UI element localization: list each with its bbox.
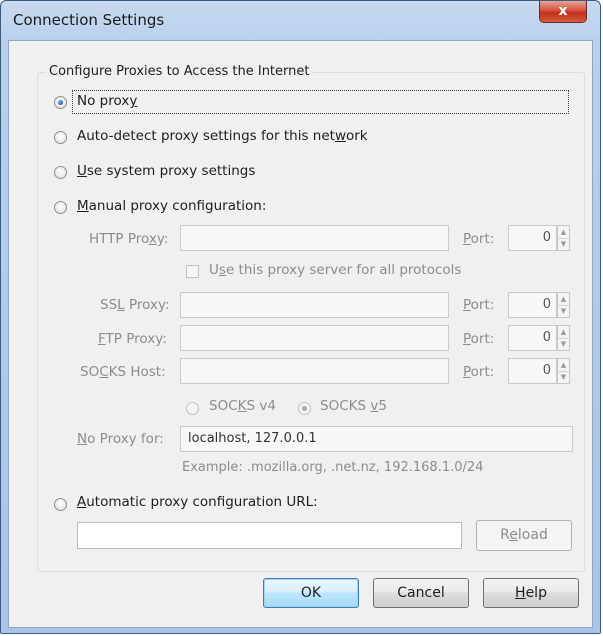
- example-hint: Example: .mozilla.org, .net.nz, 192.168.…: [182, 460, 484, 475]
- http-port-input[interactable]: 0: [508, 225, 557, 251]
- ftp-port-label: Port:: [463, 331, 495, 347]
- ftp-port-input[interactable]: 0: [508, 325, 557, 351]
- cancel-button[interactable]: Cancel: [373, 578, 469, 608]
- http-port-spinner[interactable]: ▲ ▼: [557, 225, 570, 251]
- radio-system-proxy-label[interactable]: Use system proxy settings: [77, 163, 255, 179]
- groupbox-title: Configure Proxies to Access the Internet: [46, 64, 313, 79]
- radio-socks-v5[interactable]: [298, 402, 311, 415]
- ftp-proxy-input[interactable]: [180, 325, 449, 351]
- http-proxy-label: HTTP Proxy:: [89, 231, 169, 247]
- close-button[interactable]: x: [539, 1, 587, 23]
- radio-auto-detect-label[interactable]: Auto-detect proxy settings for this netw…: [77, 128, 368, 144]
- radio-no-proxy-label[interactable]: No proxy: [77, 93, 137, 109]
- no-proxy-for-input[interactable]: localhost, 127.0.0.1: [180, 426, 573, 452]
- radio-socks-v4[interactable]: [186, 402, 199, 415]
- ssl-port-input[interactable]: 0: [508, 292, 557, 318]
- radio-manual-proxy[interactable]: [54, 201, 67, 214]
- help-button[interactable]: Help: [483, 578, 579, 608]
- focus-rectangle: [72, 90, 569, 114]
- spin-down-icon[interactable]: ▼: [558, 305, 569, 317]
- socks-host-label: SOCKS Host:: [80, 364, 166, 380]
- auto-config-url-input[interactable]: [77, 522, 462, 549]
- http-proxy-input[interactable]: [180, 225, 449, 251]
- http-port-label: Port:: [463, 231, 495, 247]
- radio-socks-v5-label[interactable]: SOCKS v5: [320, 398, 387, 414]
- ssl-proxy-label: SSL Proxy:: [100, 297, 170, 313]
- no-proxy-for-label: No Proxy for:: [77, 431, 164, 447]
- use-for-all-label[interactable]: Use this proxy server for all protocols: [209, 262, 461, 278]
- spin-down-icon[interactable]: ▼: [558, 238, 569, 250]
- radio-manual-proxy-label[interactable]: Manual proxy configuration:: [77, 198, 266, 214]
- ssl-proxy-input[interactable]: [180, 292, 449, 318]
- radio-auto-config-url-label[interactable]: Automatic proxy configuration URL:: [77, 494, 318, 510]
- radio-auto-config-url[interactable]: [54, 498, 67, 511]
- ssl-port-spinner[interactable]: ▲ ▼: [557, 292, 570, 318]
- ftp-proxy-label: FTP Proxy:: [98, 331, 167, 347]
- socks-host-input[interactable]: [180, 358, 449, 384]
- use-for-all-checkbox[interactable]: [186, 265, 199, 278]
- radio-no-proxy[interactable]: [54, 96, 67, 109]
- radio-auto-detect[interactable]: [54, 131, 67, 144]
- title-bar[interactable]: Connection Settings x: [1, 1, 602, 41]
- ssl-port-label: Port:: [463, 297, 495, 313]
- radio-system-proxy[interactable]: [54, 166, 67, 179]
- socks-port-spinner[interactable]: ▲ ▼: [557, 358, 570, 384]
- ok-button[interactable]: OK: [263, 578, 359, 608]
- spin-down-icon[interactable]: ▼: [558, 371, 569, 383]
- radio-socks-v4-label[interactable]: SOCKS v4: [209, 398, 276, 414]
- socks-port-label: Port:: [463, 364, 495, 380]
- reload-button[interactable]: Reload: [476, 520, 572, 551]
- ftp-port-spinner[interactable]: ▲ ▼: [557, 325, 570, 351]
- socks-port-input[interactable]: 0: [508, 358, 557, 384]
- spin-down-icon[interactable]: ▼: [558, 338, 569, 350]
- dialog-title: Connection Settings: [13, 11, 165, 29]
